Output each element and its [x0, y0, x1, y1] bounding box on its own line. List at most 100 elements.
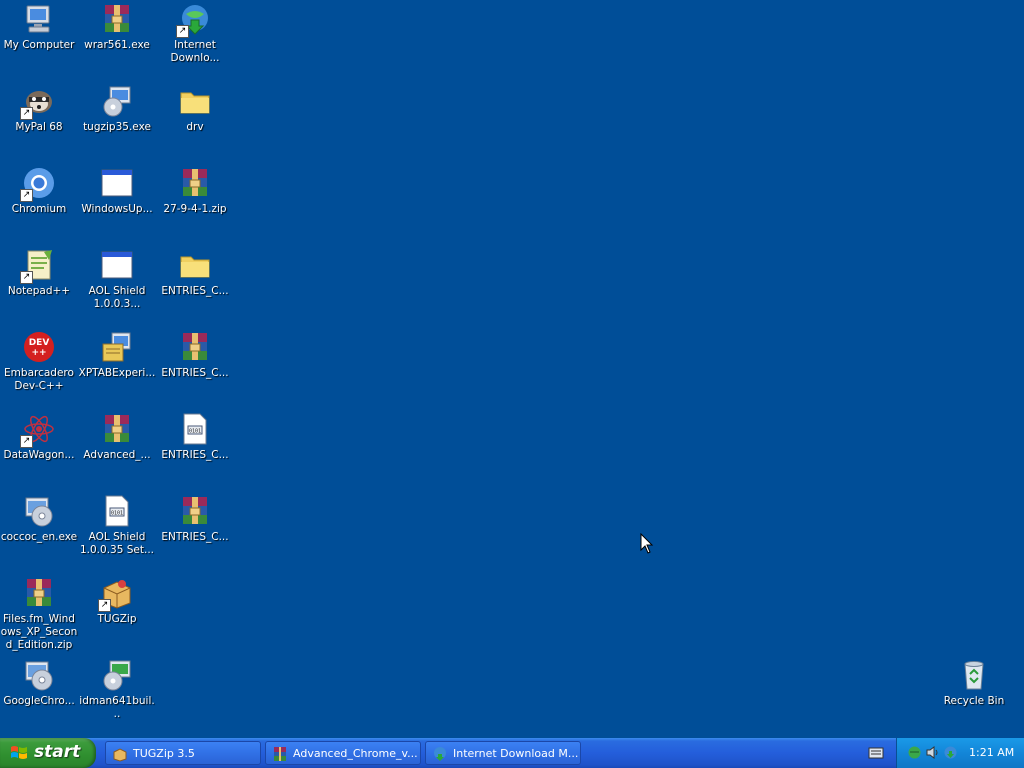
desktop-icon-my-computer[interactable]: My Computer	[0, 2, 78, 52]
taskbar-button-label: Advanced_Chrome_v...	[293, 747, 418, 760]
desktop-icon-label: tugzip35.exe	[83, 121, 151, 133]
start-label: start	[34, 742, 81, 762]
taskbar-button-label: TUGZip 3.5	[133, 747, 195, 760]
devcpp-icon: DEV ++	[22, 330, 56, 364]
windows-logo-icon	[11, 746, 27, 759]
desktop-icon-label: ENTRIES_C...	[161, 367, 229, 379]
desktop-icon-datawagon[interactable]: ↗ DataWagon...	[0, 412, 78, 462]
desktop-icon-label: Embarcadero Dev-C++	[4, 367, 74, 392]
network-icon[interactable]	[907, 745, 922, 760]
tugzip-icon	[113, 748, 127, 762]
desktop-icon-drv[interactable]: drv	[156, 84, 234, 134]
desktop-icon-entries-zip-2[interactable]: ENTRIES_C...	[156, 494, 234, 544]
winrar-icon	[178, 330, 212, 364]
desktop-icon-aol-shield-setup[interactable]: 0101 AOL Shield 1.0.0.35 Set...	[78, 494, 156, 557]
desktop-icon-label: AOL Shield 1.0.0.3...	[88, 285, 146, 310]
installer-icon	[100, 330, 134, 364]
desktop-icon-internet-download-manager[interactable]: ↗ Internet Downlo...	[156, 2, 234, 65]
setup-icon	[22, 658, 56, 692]
taskbar-button-idm[interactable]: Internet Download M...	[425, 741, 581, 765]
desktop-icon-label: Advanced_...	[83, 449, 151, 461]
desktop-icon-notepadpp[interactable]: ↗ Notepad++	[0, 248, 78, 298]
taskbar: start TUGZip 3.5 Advanced_Chrome_v... In…	[0, 738, 1024, 768]
winrar-icon	[22, 576, 56, 610]
shortcut-arrow-icon: ↗	[98, 599, 111, 612]
shortcut-arrow-icon: ↗	[20, 271, 33, 284]
recycle-bin-icon	[957, 658, 991, 692]
shortcut-arrow-icon: ↗	[20, 107, 33, 120]
desktop-icon-mypal[interactable]: ↗ MyPal 68	[0, 84, 78, 134]
setup-icon	[100, 658, 134, 692]
desktop-icon-label: XPTABExperi...	[78, 367, 156, 379]
desktop-icon-label: 27-9-4-1.zip	[163, 203, 227, 215]
desktop-icon-devcpp[interactable]: DEV ++ Embarcadero Dev-C++	[0, 330, 78, 393]
desktop-icon-recycle-bin[interactable]: Recycle Bin	[935, 658, 1013, 708]
desktop-icon-wrar561[interactable]: wrar561.exe	[78, 2, 156, 52]
desktop-icon-label: coccoc_en.exe	[0, 531, 78, 543]
desktop-icon-label: drv	[186, 121, 204, 133]
desktop[interactable]: My Computer ↗ MyPal 68 ↗ Chromium ↗ Note…	[0, 0, 1024, 738]
idm-icon	[434, 747, 446, 761]
shortcut-arrow-icon: ↗	[20, 189, 33, 202]
desktop-icon-coccoc[interactable]: coccoc_en.exe	[0, 494, 78, 544]
mouse-cursor-icon	[640, 533, 654, 554]
document-icon: 0101	[100, 494, 134, 528]
window-icon	[100, 248, 134, 282]
svg-text:0101: 0101	[189, 429, 201, 435]
desktop-icon-idman641[interactable]: idman641buil...	[78, 658, 156, 721]
winrar-icon	[178, 494, 212, 528]
window-icon	[100, 166, 134, 200]
setup-icon	[22, 494, 56, 528]
taskbar-button-label: Internet Download M...	[453, 747, 579, 760]
desktop-icon-label: ENTRIES_C...	[161, 285, 229, 297]
desktop-icon-label: ENTRIES_C...	[161, 449, 229, 461]
desktop-icon-label: Internet Downlo...	[170, 39, 220, 64]
desktop-icon-chromium[interactable]: ↗ Chromium	[0, 166, 78, 216]
desktop-icon-label: Notepad++	[7, 285, 71, 297]
desktop-icon-label: MyPal 68	[15, 121, 63, 133]
winrar-icon	[274, 747, 286, 761]
shortcut-arrow-icon: ↗	[20, 435, 33, 448]
desktop-icon-label: WindowsUp...	[81, 203, 153, 215]
desktop-icon-windowsup[interactable]: WindowsUp...	[78, 166, 156, 216]
winrar-icon	[100, 2, 134, 36]
computer-icon	[22, 2, 56, 36]
winrar-icon	[100, 412, 134, 446]
system-tray: 1:21 AM	[896, 738, 1024, 768]
svg-text:++: ++	[31, 348, 46, 358]
installer-icon	[100, 84, 134, 118]
folder-icon	[178, 84, 212, 118]
desktop-icon-label: idman641buil...	[79, 695, 155, 720]
folder-icon	[178, 248, 212, 282]
notepadpp-icon: ↗	[20, 248, 56, 284]
desktop-icon-label: TUGZip	[97, 613, 137, 625]
desktop-icon-entries-zip-1[interactable]: ENTRIES_C...	[156, 330, 234, 380]
desktop-icon-27-9-4-1-zip[interactable]: 27-9-4-1.zip	[156, 166, 234, 216]
chromium-icon: ↗	[20, 166, 56, 202]
desktop-icon-aol-shield[interactable]: AOL Shield 1.0.0.3...	[78, 248, 156, 311]
desktop-icon-tugzip35[interactable]: tugzip35.exe	[78, 84, 156, 134]
desktop-icon-advanced[interactable]: Advanced_...	[78, 412, 156, 462]
tugzip-icon: ↗	[98, 576, 134, 612]
desktop-icon-tugzip[interactable]: ↗ TUGZip	[78, 576, 156, 626]
clock[interactable]: 1:21 AM	[969, 746, 1014, 759]
keyboard-icon[interactable]	[868, 746, 884, 760]
svg-text:0101: 0101	[111, 511, 123, 517]
document-icon: 0101	[178, 412, 212, 446]
start-button[interactable]: start	[0, 738, 96, 768]
volume-icon[interactable]	[925, 745, 940, 760]
taskbar-button-tugzip[interactable]: TUGZip 3.5	[105, 741, 261, 765]
desktop-icon-label: Recycle Bin	[943, 695, 1005, 707]
desktop-icon-label: ENTRIES_C...	[161, 531, 229, 543]
desktop-icon-label: AOL Shield 1.0.0.35 Set...	[79, 531, 154, 556]
idm-tray-icon[interactable]	[943, 745, 958, 760]
desktop-icon-entries-folder[interactable]: ENTRIES_C...	[156, 248, 234, 298]
taskbar-button-advanced-chrome[interactable]: Advanced_Chrome_v...	[265, 741, 421, 765]
desktop-icon-xptabexperi[interactable]: XPTABExperi...	[78, 330, 156, 380]
desktop-icon-googlechrome-setup[interactable]: GoogleChro...	[0, 658, 78, 708]
desktop-icon-filesfm-zip[interactable]: Files.fm_Windows_XP_Second_Edition.zip	[0, 576, 78, 652]
datawagon-icon: ↗	[20, 412, 56, 448]
desktop-icon-label: Chromium	[11, 203, 67, 215]
idm-icon: ↗	[176, 2, 212, 38]
desktop-icon-entries-file[interactable]: 0101 ENTRIES_C...	[156, 412, 234, 462]
